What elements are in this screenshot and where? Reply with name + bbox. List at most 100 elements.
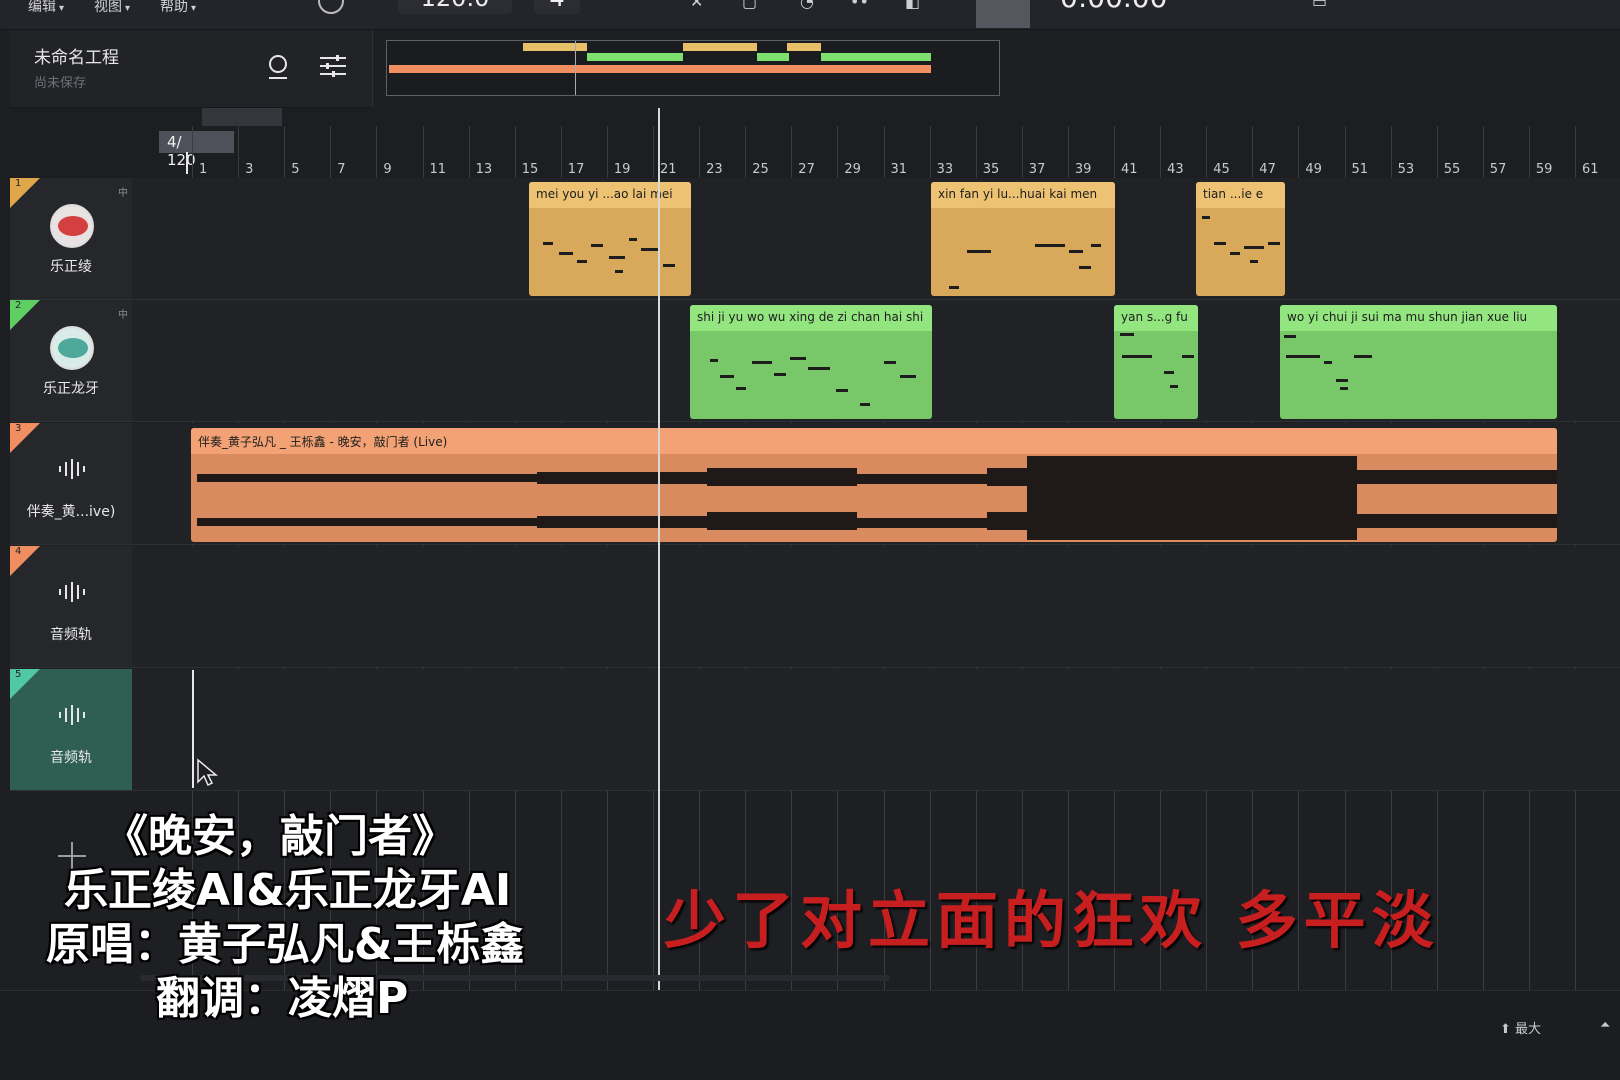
arrangement-overview[interactable] (386, 40, 1000, 96)
bar-number: 51 (1351, 162, 1369, 177)
audio-clip[interactable]: 伴奏_黄子弘凡 _ 王栎鑫 - 晚安，敲门者 (Live) (191, 428, 1557, 542)
vocal-clip[interactable]: xin fan yi lu...huai kai men (931, 182, 1115, 296)
vocal-clip[interactable]: wo yi chui ji sui ma mu shun jian xue li… (1280, 305, 1557, 419)
playhead[interactable] (658, 108, 660, 992)
bar-number: 5 (291, 162, 300, 177)
metronome-icon[interactable] (318, 0, 344, 14)
overview-clip (683, 43, 757, 51)
time-display: 0:00.00 (1060, 0, 1244, 14)
loop-region[interactable] (202, 108, 282, 126)
overview-clip (523, 43, 587, 51)
tool-active-indicator[interactable] (976, 0, 1030, 28)
audio-wave-icon (59, 705, 85, 725)
bar-number: 13 (475, 162, 493, 177)
song-start-marker[interactable] (186, 152, 194, 174)
vocal-clip[interactable]: shi ji yu wo wu xing de zi chan hai shi (690, 305, 932, 419)
bar-number: 37 (1028, 162, 1046, 177)
clip-lyrics: tian ...ie e (1196, 182, 1285, 208)
bar-number: 59 (1535, 162, 1553, 177)
note-area (529, 208, 691, 296)
track-header-3[interactable]: 3 伴奏_黄...ive) (10, 423, 132, 545)
bar-number: 11 (429, 162, 447, 177)
lyric-subtitle: 少了对立面的狂欢 多平淡 (664, 884, 1440, 957)
overview-clip (821, 53, 931, 61)
audio-wave-icon (59, 459, 85, 479)
track-header-1[interactable]: 1 中 乐正绫 (10, 178, 132, 300)
menu-edit[interactable]: 编辑 ▾ (28, 0, 64, 16)
project-name[interactable]: 未命名工程 (34, 43, 119, 68)
note-area (690, 331, 932, 419)
scissors-icon[interactable]: ✕ (690, 0, 703, 11)
bar-number: 53 (1397, 162, 1415, 177)
snap-icon[interactable]: •• (850, 0, 869, 11)
time-signature-label[interactable]: 4/ 120 (159, 131, 234, 169)
insert-cursor (192, 670, 194, 788)
overview-clip (757, 53, 789, 61)
bar-number: 47 (1259, 162, 1276, 177)
bar-number: 25 (752, 162, 769, 177)
clip-name: 伴奏_黄子弘凡 _ 王栎鑫 - 晚安，敲门者 (Live) (191, 428, 1557, 454)
clip-lyrics: yan s...g fu (1114, 305, 1198, 331)
tempo-field[interactable]: 120.0 (398, 0, 512, 14)
audio-wave-icon (59, 582, 85, 602)
track-mode-tag[interactable]: 中 (118, 184, 128, 199)
bar-number: 19 (613, 162, 631, 177)
track-header-4[interactable]: 4 音频轨 (10, 546, 132, 668)
track-name[interactable]: 乐正绫 (10, 256, 132, 276)
singer-avatar (50, 204, 94, 248)
select-icon[interactable]: ▢ (742, 0, 757, 11)
bar-number: 57 (1489, 162, 1507, 177)
loop-icon[interactable]: ◔ (800, 0, 814, 11)
track-lane-5[interactable] (10, 669, 1620, 791)
app-window: { "menu": [ {"label":"编辑"}, {"label":"视图… (0, 0, 1620, 1080)
track-lane-4[interactable] (10, 546, 1620, 668)
divider (372, 30, 373, 108)
bar-number: 39 (1074, 162, 1092, 177)
project-panel: 未命名工程 尚未保存 (10, 30, 372, 108)
singer-avatar (50, 326, 94, 370)
record-icon[interactable]: ◧ (905, 0, 920, 11)
note-area (1196, 208, 1285, 296)
bar-number: 61 (1582, 162, 1599, 177)
track-name[interactable]: 伴奏_黄...ive) (10, 501, 132, 521)
bar-number: 33 (936, 162, 954, 177)
overlay-tuner: 翻调：凌熠P (156, 973, 409, 1024)
track-header-5[interactable]: 5 音频轨 (10, 669, 132, 791)
bar-number: 49 (1305, 162, 1322, 177)
maximize-button[interactable]: ⬆ 最大 (1500, 1018, 1541, 1037)
bar-number: 35 (982, 162, 1000, 177)
bar-number: 1 (199, 162, 208, 177)
vocal-clip[interactable]: tian ...ie e (1196, 182, 1285, 296)
vocal-clip[interactable]: mei you yi ...ao lai mei (529, 182, 691, 296)
beat-field[interactable]: 4 (534, 0, 580, 14)
chevron-down-icon: ▾ (191, 3, 197, 14)
collapse-icon[interactable]: ⏶ (1600, 1018, 1610, 1033)
clip-lyrics: xin fan yi lu...huai kai men (931, 182, 1115, 208)
bar-number: 31 (890, 162, 908, 177)
mixer-settings-icon[interactable] (318, 52, 348, 80)
chevron-down-icon: ▾ (125, 3, 131, 14)
export-icon[interactable]: ▭ (1312, 0, 1327, 11)
project-status: 尚未保存 (34, 76, 87, 91)
track-header-2[interactable]: 2 中 乐正龙牙 (10, 300, 132, 422)
menu-view[interactable]: 视图 ▾ (94, 0, 130, 16)
track-index-badge: 1 (10, 178, 40, 208)
track-mode-tag[interactable]: 中 (118, 306, 128, 321)
clip-lyrics: mei you yi ...ao lai mei (529, 182, 691, 208)
bar-number: 29 (844, 162, 861, 177)
track-name[interactable]: 乐正龙牙 (10, 378, 132, 398)
overview-playhead (575, 41, 576, 95)
bar-number: 41 (1121, 162, 1138, 177)
track-name[interactable]: 音频轨 (10, 747, 132, 767)
microphone-icon[interactable] (264, 52, 292, 80)
menu-bar: 编辑▾ 视图▾ 帮助▾ 120.0 4 ✕ ▢ ◔ •• ◧ 0:00.00 ▭ (0, 0, 1620, 30)
bar-number: 15 (521, 162, 539, 177)
clip-lyrics: shi ji yu wo wu xing de zi chan hai shi (690, 305, 932, 331)
bar-number: 7 (337, 162, 346, 177)
overview-clip (389, 65, 931, 73)
bar-number: 45 (1213, 162, 1230, 177)
track-name[interactable]: 音频轨 (10, 624, 132, 644)
menu-help[interactable]: 帮助 ▾ (160, 0, 196, 16)
track-lane-1[interactable] (10, 178, 1620, 300)
vocal-clip[interactable]: yan s...g fu (1114, 305, 1198, 419)
